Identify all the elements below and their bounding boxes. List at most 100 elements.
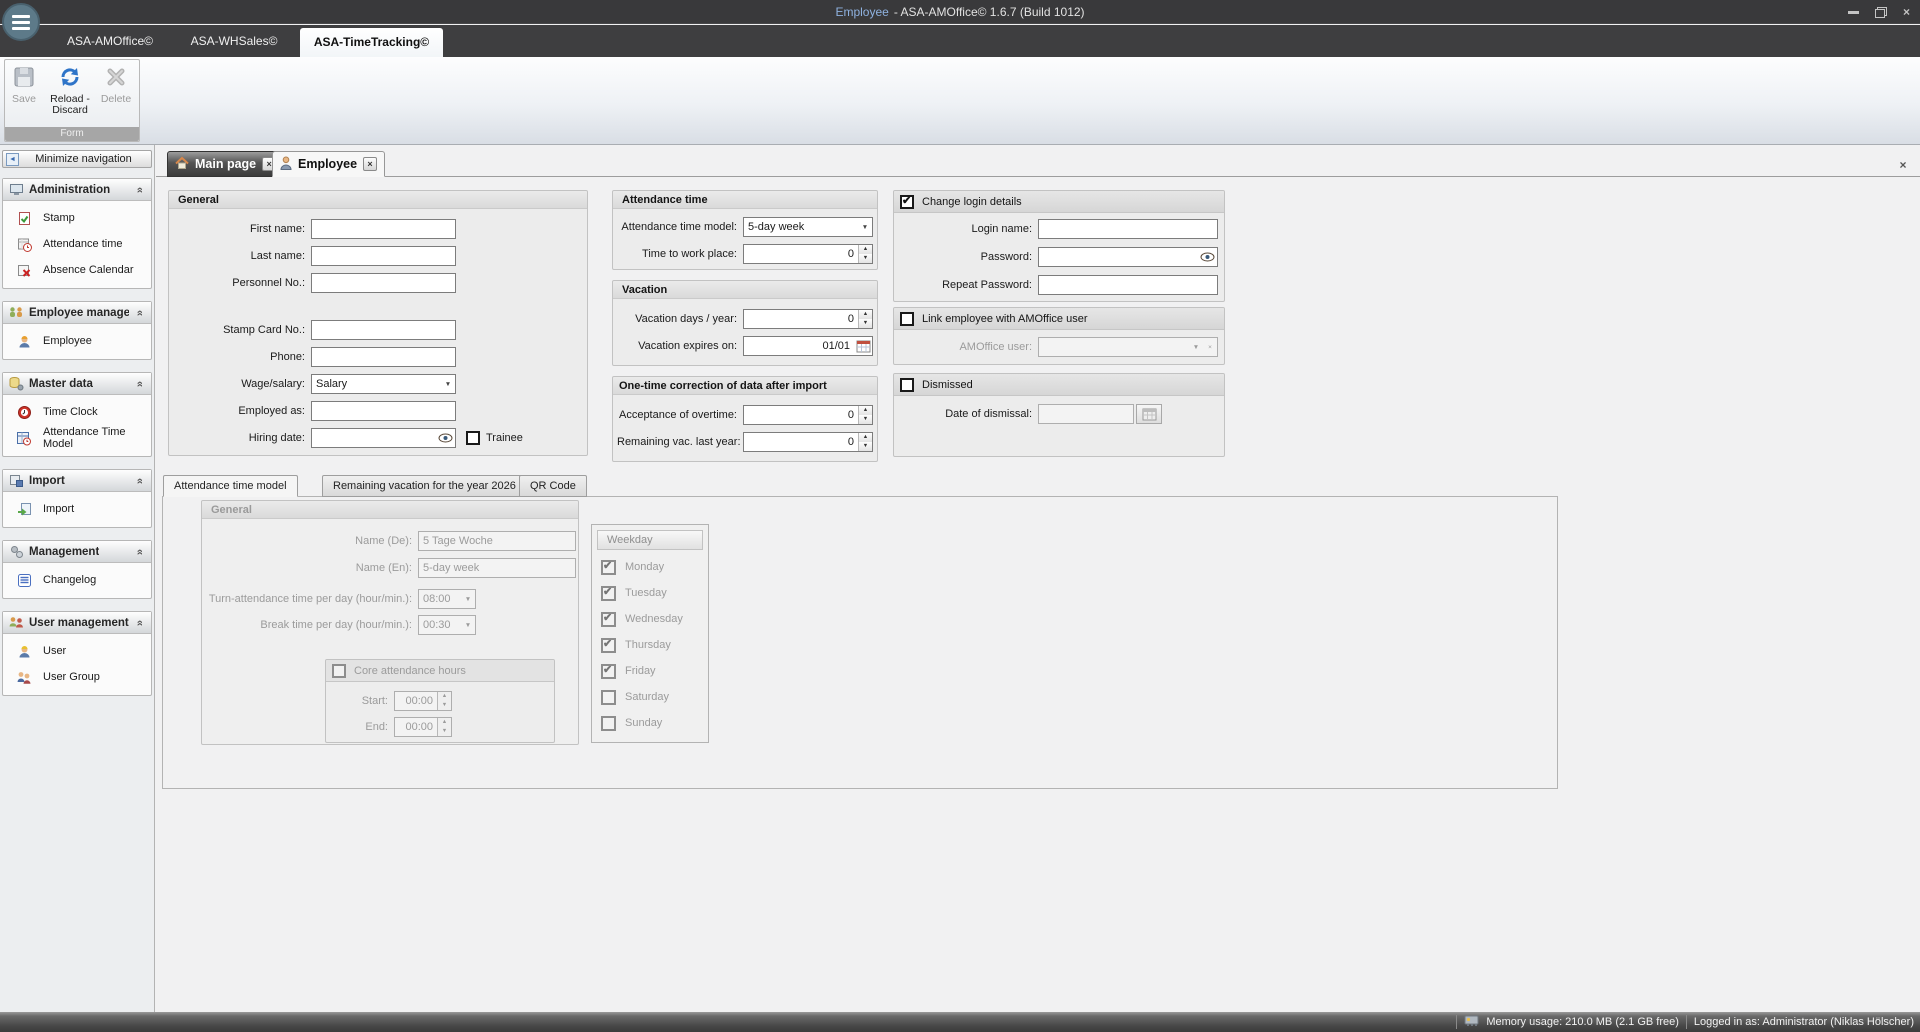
import-icon [16, 502, 32, 517]
ribbon-tab-amoffice[interactable]: ASA-AMOffice© [58, 25, 162, 57]
field-label: Name (En): [206, 562, 418, 574]
groupbox-title: General [202, 501, 578, 519]
employee-management-icon [8, 305, 24, 320]
hiring-date-field[interactable] [311, 428, 456, 448]
field-amoffice-user: AMOffice user: ▼ × [898, 337, 1218, 357]
wednesday-checkbox [601, 612, 616, 627]
monday-checkbox [601, 560, 616, 575]
stamp-card-no-input[interactable] [311, 320, 456, 340]
spinner-down-icon[interactable]: ▼ [859, 415, 872, 424]
sidebar-item-label: Changelog [43, 574, 96, 586]
memory-usage-status: Memory usage: 210.0 MB (2.1 GB free) [1464, 1015, 1679, 1030]
password-field[interactable] [1038, 247, 1218, 267]
stamp-icon [16, 211, 32, 226]
attendance-model-panel: General Name (De): Name (En): Turn-atten… [162, 496, 1558, 789]
sidebar-item-changelog[interactable]: Changelog [3, 567, 151, 593]
menu-button[interactable] [2, 3, 40, 41]
weekday-thursday: Thursday [601, 637, 671, 653]
weekday-panel: Weekday Monday Tuesday Wednesday Thursda… [591, 524, 709, 743]
dismissal-date-input [1038, 404, 1134, 424]
spinner-up-icon[interactable]: ▲ [859, 406, 872, 415]
sidebar-item-time-clock[interactable]: Time Clock [3, 399, 151, 425]
wage-salary-select[interactable]: Salary ▼ [311, 374, 456, 394]
master-data-icon [8, 376, 24, 391]
tuesday-checkbox [601, 586, 616, 601]
field-login-name: Login name: [898, 219, 1218, 239]
sidebar-item-attendance-time-model[interactable]: Attendance Time Model [3, 425, 151, 451]
collapse-icon[interactable]: » [134, 378, 146, 390]
close-window-icon[interactable]: × [1903, 6, 1910, 18]
overtime-spinner[interactable]: 0 ▲▼ [743, 405, 873, 425]
weekday-tuesday: Tuesday [601, 585, 667, 601]
field-label: Password: [898, 251, 1038, 263]
collapse-icon[interactable]: » [134, 307, 146, 319]
personnel-no-input[interactable] [311, 273, 456, 293]
sidebar-item-absence-calendar[interactable]: Absence Calendar [3, 257, 151, 283]
field-name-de: Name (De): [206, 531, 576, 551]
sidebar-item-user[interactable]: User [3, 638, 151, 664]
spinner-up-icon[interactable]: ▲ [859, 433, 872, 442]
ribbon-tab-whsales[interactable]: ASA-WHSales© [182, 25, 286, 57]
spinner-up-icon[interactable]: ▲ [859, 245, 872, 254]
close-tab-icon[interactable]: × [363, 157, 377, 171]
collapse-icon[interactable]: » [134, 184, 146, 196]
spinner-down-icon[interactable]: ▼ [859, 254, 872, 263]
vacation-expires-field[interactable]: 01/01 [743, 336, 873, 356]
phone-input[interactable] [311, 347, 456, 367]
minimize-navigation-button[interactable]: ◄ Minimize navigation [2, 150, 152, 168]
sidebar-group-header-management[interactable]: Management » [3, 541, 151, 563]
link-employee-checkbox[interactable] [900, 312, 914, 326]
sidebar-item-import[interactable]: Import [3, 496, 151, 522]
break-time-select: 00:30 ▼ [418, 615, 476, 635]
spinner-up-icon[interactable]: ▲ [859, 310, 872, 319]
employed-as-input[interactable] [311, 401, 456, 421]
collapse-icon[interactable]: » [134, 475, 146, 487]
sidebar-group-header-master-data[interactable]: Master data » [3, 373, 151, 395]
restore-window-icon[interactable] [1875, 7, 1887, 18]
collapse-icon[interactable]: » [134, 546, 146, 558]
collapse-icon[interactable]: » [134, 617, 146, 629]
sidebar-group-header-import[interactable]: Import » [3, 470, 151, 492]
minimize-window-icon[interactable] [1848, 11, 1859, 14]
field-name-en: Name (En): [206, 558, 576, 578]
dismissed-checkbox[interactable] [900, 378, 914, 392]
eye-icon[interactable] [435, 433, 455, 443]
login-name-input[interactable] [1038, 219, 1218, 239]
sidebar-group-header-administration[interactable]: Administration » [3, 179, 151, 201]
field-label: Employed as: [174, 405, 311, 417]
turn-attendance-select: 08:00 ▼ [418, 589, 476, 609]
spinner-down-icon[interactable]: ▼ [859, 319, 872, 328]
tab-main-page[interactable]: Main page × [167, 151, 284, 177]
sidebar-item-stamp[interactable]: Stamp [3, 205, 151, 231]
ribbon-tab-timetracking[interactable]: ASA-TimeTracking© [300, 28, 443, 57]
sidebar-group-header-user-management[interactable]: User management » [3, 612, 151, 634]
remaining-vacation-spinner[interactable]: 0 ▲▼ [743, 432, 873, 452]
sidebar-item-attendance-time[interactable]: Attendance time [3, 231, 151, 257]
sidebar-group-header-employee-management[interactable]: Employee management » [3, 302, 151, 324]
sidebar-item-employee[interactable]: Employee [3, 328, 151, 354]
close-document-icon[interactable]: × [1896, 158, 1910, 172]
last-name-input[interactable] [311, 246, 456, 266]
dismissed-groupbox: Dismissed Date of dismissal: [893, 373, 1225, 457]
tab-remaining-vacation[interactable]: Remaining vacation for the year 2026 [322, 475, 527, 497]
field-label: Break time per day (hour/min.): [206, 619, 418, 631]
first-name-input[interactable] [311, 219, 456, 239]
tab-employee[interactable]: Employee × [272, 151, 385, 177]
trainee-checkbox[interactable] [466, 431, 480, 445]
tab-qr-code[interactable]: QR Code [519, 475, 587, 497]
tab-attendance-time-model[interactable]: Attendance time model [163, 475, 298, 497]
time-to-work-place-spinner[interactable]: 0 ▲▼ [743, 244, 873, 264]
sidebar-item-user-group[interactable]: User Group [3, 664, 151, 690]
person-icon [280, 156, 292, 173]
field-overtime-acceptance: Acceptance of overtime: 0 ▲▼ [617, 405, 873, 425]
field-repeat-password: Repeat Password: [898, 275, 1218, 295]
attendance-model-select[interactable]: 5-day week ▼ [743, 217, 873, 237]
change-login-checkbox[interactable] [900, 195, 914, 209]
calendar-button [1136, 404, 1162, 424]
reload-discard-button[interactable]: Reload - Discard [43, 63, 97, 116]
eye-icon[interactable] [1197, 252, 1217, 262]
vacation-days-spinner[interactable]: 0 ▲▼ [743, 309, 873, 329]
calendar-icon[interactable] [854, 339, 872, 353]
spinner-down-icon[interactable]: ▼ [859, 442, 872, 451]
repeat-password-input[interactable] [1038, 275, 1218, 295]
